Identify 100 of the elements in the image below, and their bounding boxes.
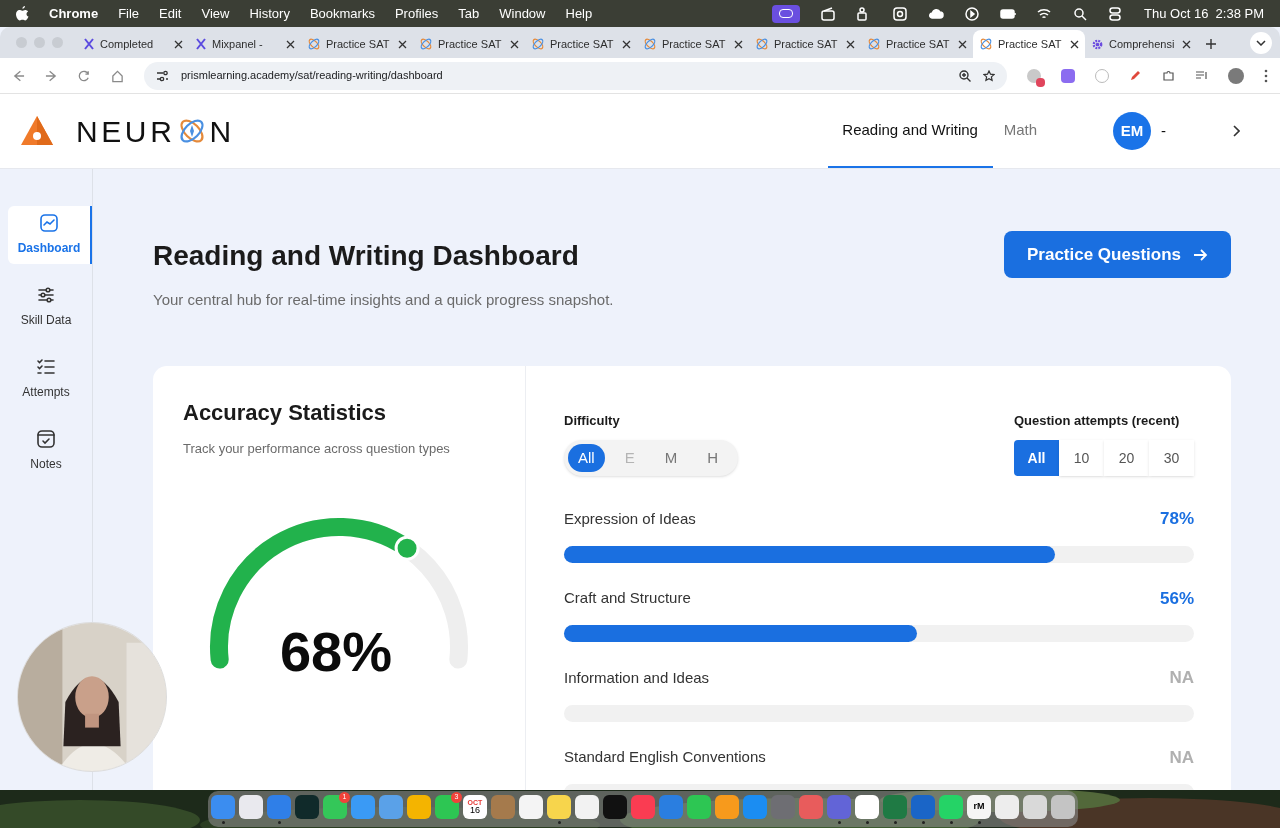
practice-questions-button[interactable]: Practice Questions [1004,231,1231,278]
app-icon[interactable] [575,794,599,819]
close-icon[interactable] [1070,39,1079,49]
close-icon[interactable] [510,39,519,49]
difficulty-option[interactable]: All [568,444,605,472]
atom-icon [307,37,321,51]
calendar-day: 16 [470,805,480,815]
star-icon[interactable] [983,69,995,82]
profile-avatar[interactable] [1228,67,1244,84]
sidebar-item[interactable]: Attempts [0,350,92,408]
app-icon[interactable] [603,794,627,819]
chevron-right-icon[interactable] [1232,125,1240,137]
site-settings-icon[interactable] [156,69,169,82]
brand-text: N [209,113,235,150]
menu-item[interactable]: Help [565,3,593,24]
search-icon[interactable] [1072,5,1089,22]
close-icon[interactable] [1182,39,1191,49]
app-icon[interactable] [295,794,319,819]
address-field[interactable]: prismlearning.academy/sat/reading-writing/dashboard [144,61,1007,90]
app-icon[interactable] [1023,794,1047,819]
close-icon[interactable] [846,39,855,49]
forward-icon[interactable] [45,68,58,83]
close-icon[interactable] [174,39,183,49]
app-icon[interactable] [1051,794,1075,819]
nav-tab[interactable]: Math [992,94,1048,168]
user-avatar[interactable]: EM [1113,112,1151,150]
menu-item[interactable]: Profiles [394,3,439,24]
play-icon[interactable] [964,5,981,22]
filter-label: Difficulty [564,411,621,430]
more-icon[interactable] [1264,68,1268,83]
close-icon[interactable] [622,39,631,49]
sidebar-item[interactable]: Dashboard [8,206,92,264]
reading-list-icon[interactable] [1195,69,1208,82]
puzzle-icon[interactable] [1162,69,1175,82]
menu-item[interactable]: File [118,3,140,24]
clock[interactable]: Thu Oct 16 2:38 PM [1144,3,1264,24]
menu-item[interactable]: Bookmarks [309,3,375,24]
sliders-icon [36,285,56,305]
sidebar-item[interactable]: Notes [0,422,92,480]
home-icon[interactable] [111,68,124,83]
attempts-option[interactable]: 30 [1149,440,1194,476]
app-icon[interactable] [519,794,543,819]
pencil-icon[interactable] [1129,69,1142,82]
tab-title: Practice SAT [662,36,727,52]
zoom-icon[interactable] [959,69,971,82]
tab-search-button[interactable] [1250,32,1272,54]
close-icon[interactable] [286,39,295,49]
app-square-icon[interactable] [892,5,909,22]
app-icon[interactable] [687,794,711,819]
browser-tab[interactable]: Practice SAT [973,30,1085,58]
atom-icon [979,37,993,51]
new-tab-icon[interactable] [1205,38,1217,50]
app-icon[interactable] [715,794,739,819]
menu-item[interactable]: View [201,3,230,24]
skill-score: 56% [1159,587,1194,610]
screen-share-icon[interactable] [772,4,801,23]
browser-tab[interactable]: Practice SAT [525,30,637,58]
nav-tab[interactable]: Reading and Writing [827,94,993,168]
menu-item[interactable]: Window [499,3,546,24]
radio-icon[interactable] [820,5,837,22]
menu-item[interactable]: Edit [159,3,182,24]
extension-icon[interactable] [1061,68,1075,83]
card-title: Accuracy Statistics [183,398,387,427]
app-icon[interactable] [995,794,1019,819]
reload-icon[interactable] [78,68,91,83]
browser-tab[interactable]: Practice SAT [413,30,525,58]
close-icon[interactable] [734,39,743,49]
menu-item[interactable]: History [249,3,290,24]
attempts-option[interactable]: All [1014,440,1059,476]
app-menu[interactable]: Chrome [49,3,99,24]
app-icon[interactable]: rM [967,794,991,819]
close-icon[interactable] [958,39,967,49]
tab-title: Completed [100,36,155,52]
brand-text: NEUR [76,113,176,150]
difficulty-option[interactable]: M [654,444,688,472]
apple-icon[interactable] [16,6,29,21]
difficulty-option[interactable]: H [697,444,729,472]
page-subtitle: Your central hub for real-time insights and a quick progress snapshot. [153,290,614,310]
app-icon[interactable] [407,794,431,819]
browser-tab[interactable]: Practice SAT [749,30,861,58]
app-icon[interactable] [547,794,571,819]
browser-tab[interactable]: Comprehensi [1085,30,1197,58]
app-icon[interactable] [239,794,263,819]
chevron-down-icon [1256,40,1266,46]
sidebar-item[interactable]: Skill Data [0,278,92,336]
url-text: prismlearning.academy/sat/reading-writing/dashboard [181,68,443,84]
back-icon[interactable] [12,68,25,83]
browser-tab[interactable]: Practice SAT [861,30,973,58]
gear-icon [1091,37,1104,51]
close-icon[interactable] [398,39,407,49]
browser-tab[interactable]: Mixpanel - [189,30,301,58]
menu-item[interactable]: Tab [458,3,480,24]
skill-score: NA [1169,746,1194,769]
browser-tab[interactable]: Completed [77,30,189,58]
browser-tab[interactable]: Practice SAT [301,30,413,58]
attempts-option[interactable]: 10 [1059,440,1104,476]
checklist-icon [36,357,56,377]
app-icon[interactable] [855,794,879,819]
browser-tab[interactable]: Practice SAT [637,30,749,58]
attempts-option[interactable]: 20 [1104,440,1149,476]
